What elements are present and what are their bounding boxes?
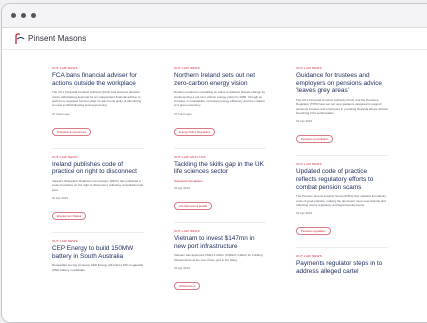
topic-tag[interactable]: Employment Status <box>52 212 87 221</box>
topic-tag[interactable]: Pensions regulation <box>296 227 331 236</box>
article-headline[interactable]: Updated code of practice reflects regula… <box>296 168 388 191</box>
article-date: 01 Apr 2021 <box>52 196 69 201</box>
news-card[interactable]: OUT-LAW NEWS Guidance for trustees and em… <box>296 66 388 145</box>
article-headline[interactable]: FCA bans financial adviser for actions o… <box>52 72 144 87</box>
article-summary: Northern Ireland is consulting on plans … <box>174 90 266 108</box>
article-summary: Renewable energy company CEP Energy will… <box>52 263 144 272</box>
article-summary: The UK's Financial Conduct Authority (FC… <box>52 90 142 108</box>
article-headline[interactable]: Guidance for trustees and employers on p… <box>296 72 388 95</box>
pinsent-masons-logo-icon[interactable] <box>14 32 26 45</box>
article-divider <box>174 222 266 223</box>
topic-tag[interactable]: Pensions consultation <box>296 135 334 144</box>
news-card[interactable]: OUT-LAW NEWS Ireland publishes code of pr… <box>52 155 144 222</box>
article-category: OUT-LAW NEWS <box>296 254 322 259</box>
news-card[interactable]: OUT-LAW NEWS CEP Energy to build 150MW ba… <box>52 239 144 272</box>
article-divider <box>52 147 144 149</box>
article-divider <box>174 147 266 149</box>
article-author[interactable]: Susannah Donaldson <box>174 179 266 183</box>
article-date: 27 hours ago <box>52 111 70 116</box>
article-category: OUT-LAW NEWS <box>296 66 322 70</box>
window-titlebar <box>2 4 427 28</box>
article-date: 01 Apr 2021 <box>296 119 313 124</box>
news-card[interactable]: OUT-LAW NEWS Payments regulator steps in … <box>296 254 388 275</box>
news-column: OUT-LAW NEWS Northern Ireland sets out ne… <box>174 66 266 302</box>
article-category: OUT-LAW NEWS <box>52 154 78 159</box>
article-date: 01 Apr 2021 <box>296 211 313 216</box>
article-divider <box>296 155 388 157</box>
article-date: 27 hours ago <box>174 111 192 116</box>
article-summary: Vietnam has approved VND3.4 trillion (US… <box>174 253 263 262</box>
article-headline[interactable]: CEP Energy to build 150MW battery in Sou… <box>52 245 144 260</box>
article-divider <box>296 247 388 249</box>
news-grid: OUT-LAW NEWS FCA bans financial adviser f… <box>52 66 388 302</box>
article-category: OUT-LAW NEWS <box>296 162 322 167</box>
article-summary: The UK's Financial Conduct Authority (FC… <box>296 97 388 115</box>
window-minimize-icon[interactable] <box>21 13 26 18</box>
window-close-icon[interactable] <box>11 13 16 18</box>
topic-tag[interactable]: Infrastructure <box>174 282 201 290</box>
topic-tag[interactable]: Energy Policy Regulation <box>174 127 216 136</box>
article-headline[interactable]: Ireland publishes code of practice on ri… <box>52 161 144 176</box>
article-category: OUT-LAW NEWS <box>174 66 200 70</box>
news-card[interactable]: OUT-LAW NEWS Northern Ireland sets out ne… <box>174 66 266 138</box>
topic-tag[interactable]: Discipline & grievances <box>52 127 91 136</box>
article-category: OUT-LAW NEWS <box>52 66 78 70</box>
article-category: OUT-LAW ANALYSIS <box>174 154 206 159</box>
news-card[interactable]: OUT-LAW ANALYSIS Tackling the skills gap … <box>174 155 266 212</box>
article-divider <box>52 232 144 234</box>
article-category: OUT-LAW NEWS <box>174 229 200 233</box>
article-date: 01 Apr 2021 <box>174 186 191 190</box>
article-category: OUT-LAW NEWS <box>52 239 78 244</box>
window-maximize-icon[interactable] <box>31 13 36 18</box>
brand-name[interactable]: Pinsent Masons <box>28 34 86 43</box>
article-date: 01 Apr 2021 <box>174 266 191 270</box>
article-summary: Ireland's Workplace Relations Commission… <box>52 179 144 192</box>
article-summary: The Pension Scams Industry Group (PSIG) … <box>296 194 387 207</box>
news-column: OUT-LAW NEWS Guidance for trustees and em… <box>296 66 388 302</box>
news-column: OUT-LAW NEWS FCA bans financial adviser f… <box>52 66 144 302</box>
news-card[interactable]: OUT-LAW NEWS FCA bans financial adviser f… <box>52 66 144 138</box>
article-headline[interactable]: Vietnam to invest $147mn in new port inf… <box>174 235 266 250</box>
article-headline[interactable]: Payments regulator steps in to address a… <box>296 260 388 275</box>
news-card[interactable]: OUT-LAW NEWS Updated code of practice ref… <box>296 162 388 237</box>
article-headline[interactable]: Tackling the skills gap in the UK life s… <box>174 161 266 176</box>
topic-tag[interactable]: Life Sciences & Health <box>174 202 213 210</box>
site-header: Pinsent Masons <box>2 28 427 50</box>
news-card[interactable]: OUT-LAW NEWS Vietnam to invest $147mn in … <box>174 229 266 292</box>
article-headline[interactable]: Northern Ireland sets out net zero-carbo… <box>174 72 266 87</box>
